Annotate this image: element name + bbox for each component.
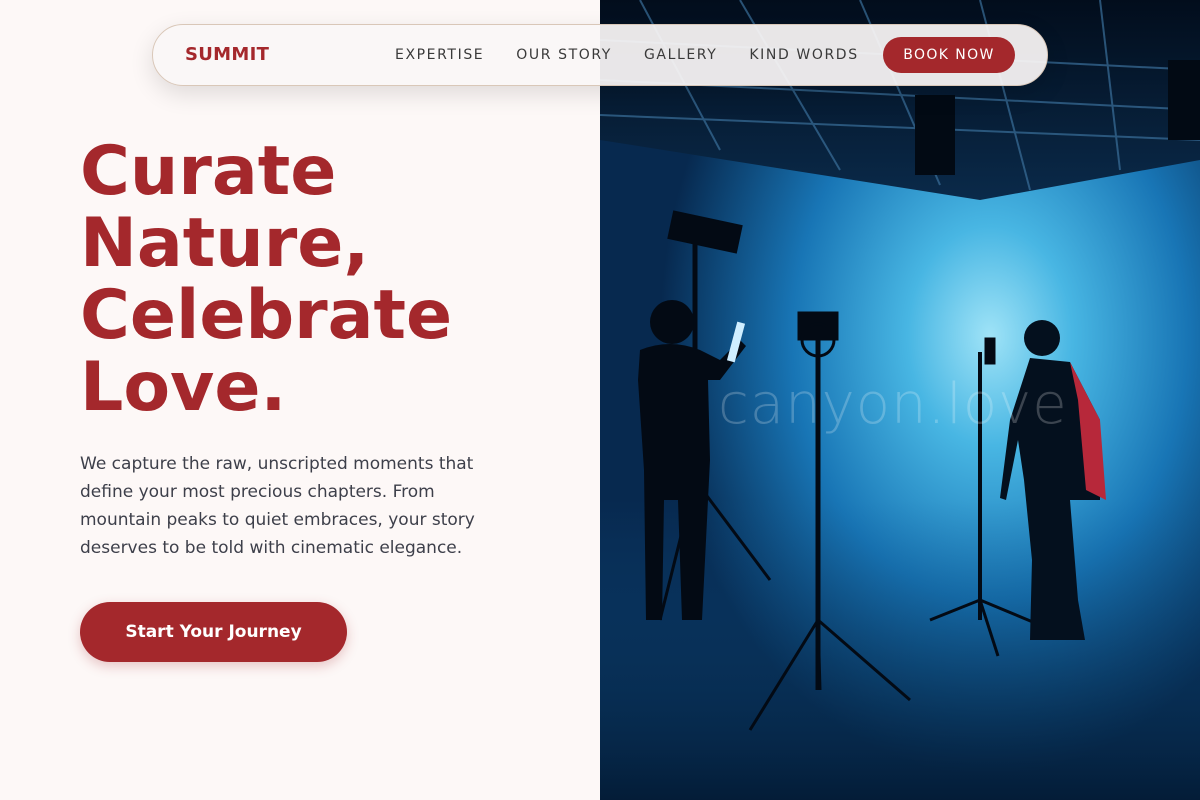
start-journey-button[interactable]: Start Your Journey	[80, 602, 347, 662]
headline-line: Curate	[80, 132, 337, 211]
brand-logo[interactable]: SUMMIT	[185, 44, 269, 65]
nav-link-gallery[interactable]: GALLERY	[644, 47, 717, 63]
book-now-button[interactable]: BOOK NOW	[883, 37, 1015, 73]
nav-link-expertise[interactable]: EXPERTISE	[395, 47, 484, 63]
hero-headline: Curate Nature, Celebrate Love.	[80, 136, 580, 424]
nav-links: EXPERTISE OUR STORY GALLERY KIND WORDS	[395, 47, 891, 63]
headline-line: Love.	[80, 348, 287, 427]
nav-link-kind-words[interactable]: KIND WORDS	[749, 47, 858, 63]
hero-description: We capture the raw, unscripted moments t…	[80, 454, 475, 558]
image-watermark: canyon.love	[718, 372, 1068, 437]
top-navigation: SUMMIT EXPERTISE OUR STORY GALLERY KIND …	[152, 24, 1048, 86]
nav-link-our-story[interactable]: OUR STORY	[516, 47, 612, 63]
headline-line: Celebrate	[80, 276, 453, 355]
headline-line: Nature,	[80, 204, 370, 283]
